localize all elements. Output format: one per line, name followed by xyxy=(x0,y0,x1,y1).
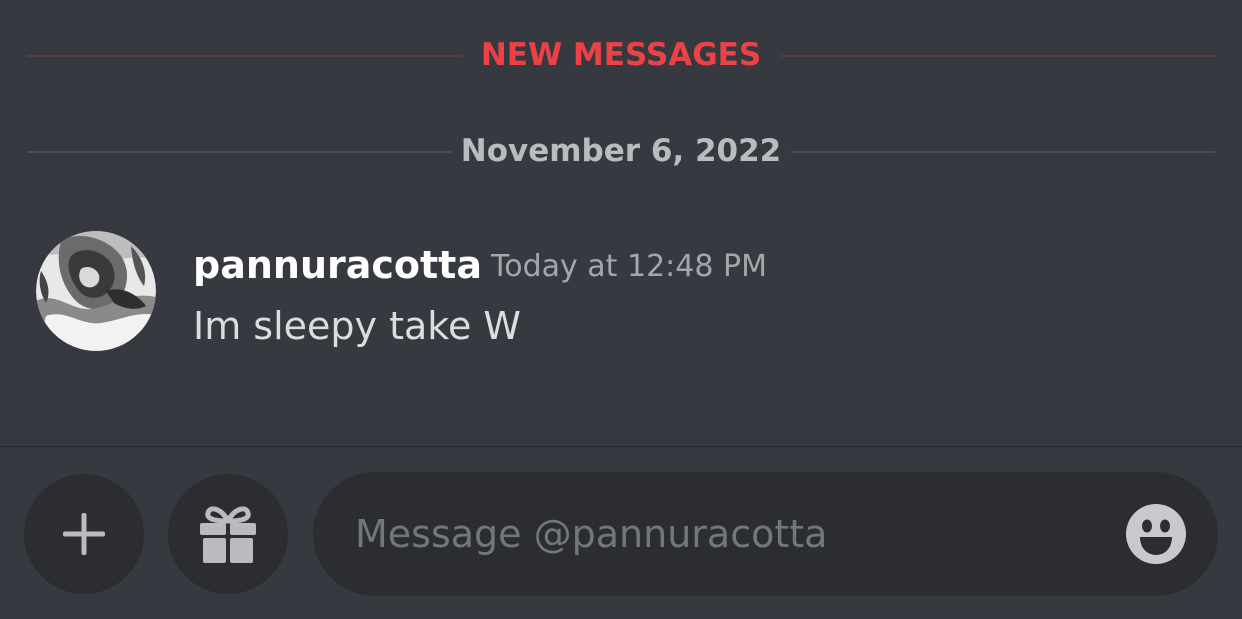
gift-button[interactable] xyxy=(168,474,288,594)
emoji-icon[interactable] xyxy=(1126,504,1186,564)
add-attachment-button[interactable] xyxy=(24,474,144,594)
message-input[interactable] xyxy=(355,472,1115,596)
message-timestamp: Today at 12:48 PM xyxy=(491,249,767,284)
gift-icon xyxy=(200,506,256,563)
divider-line-right xyxy=(780,55,1215,57)
message-username[interactable]: pannuracotta xyxy=(193,242,482,288)
date-label: November 6, 2022 xyxy=(460,133,782,169)
divider-line-left xyxy=(27,151,451,153)
message-text: Im sleepy take W xyxy=(193,304,521,348)
new-messages-label: NEW MESSAGES xyxy=(480,37,762,73)
chat-view: NEW MESSAGES November 6, 2022 pannuracot… xyxy=(0,0,1242,619)
plus-icon xyxy=(63,513,105,555)
avatar-image xyxy=(36,231,156,351)
avatar[interactable] xyxy=(36,231,156,351)
message-composer[interactable] xyxy=(313,472,1218,596)
divider-line-right xyxy=(791,151,1215,153)
divider-line-left xyxy=(27,55,462,57)
